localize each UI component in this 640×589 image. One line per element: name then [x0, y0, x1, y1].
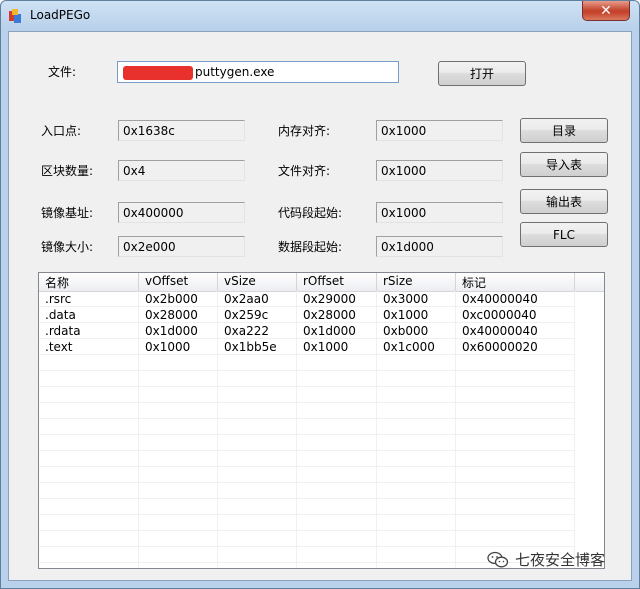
- flc-button[interactable]: FLC: [520, 222, 608, 247]
- table-row[interactable]: .data 0x28000 0x259c 0x28000 0x1000 0xc0…: [39, 307, 604, 323]
- cell-vsize: 0xa222: [218, 323, 297, 339]
- table-row[interactable]: .text 0x1000 0x1bb5e 0x1000 0x1c000 0x60…: [39, 339, 604, 355]
- image-base-field: 0x400000: [118, 202, 245, 223]
- mem-align-label: 内存对齐:: [278, 124, 331, 138]
- empty-row: [39, 419, 604, 435]
- table-row[interactable]: .rdata 0x1d000 0xa222 0x1d000 0xb000 0x4…: [39, 323, 604, 339]
- cell-name: .rsrc: [39, 291, 139, 307]
- cell-name: .rdata: [39, 323, 139, 339]
- entry-point-field: 0x1638c: [118, 120, 245, 141]
- cell-rsize: 0x1000: [377, 307, 456, 323]
- cell-voffset: 0x1d000: [139, 323, 218, 339]
- window-title: LoadPEGo: [30, 8, 91, 22]
- cell-voffset: 0x2b000: [139, 291, 218, 307]
- app-window: LoadPEGo ✕ 文件: puttygen.exe 打开 入口点: 0x16…: [0, 0, 640, 589]
- empty-row: [39, 483, 604, 499]
- cell-rsize: 0xb000: [377, 323, 456, 339]
- empty-row: [39, 403, 604, 419]
- title-bar[interactable]: LoadPEGo ✕: [1, 1, 639, 31]
- column-header-name[interactable]: 名称: [39, 273, 139, 291]
- data-start-field: 0x1d000: [376, 236, 503, 257]
- cell-vsize: 0x2aa0: [218, 291, 297, 307]
- empty-row: [39, 355, 604, 371]
- cell-roffset: 0x29000: [297, 291, 377, 307]
- empty-row: [39, 387, 604, 403]
- close-button[interactable]: ✕: [582, 1, 630, 21]
- image-size-label: 镜像大小:: [41, 240, 94, 254]
- sections-table[interactable]: 名称 vOffset vSize rOffset rSize 标记 .rsrc …: [38, 272, 605, 569]
- cell-roffset: 0x1000: [297, 339, 377, 355]
- watermark-text: 七夜安全博客: [515, 551, 606, 569]
- entry-point-label: 入口点:: [41, 124, 82, 138]
- cell-rsize: 0x1c000: [377, 339, 456, 355]
- empty-row: [39, 467, 604, 483]
- column-header-roffset[interactable]: rOffset: [297, 273, 377, 291]
- empty-row: [39, 371, 604, 387]
- table-body: .rsrc 0x2b000 0x2aa0 0x29000 0x3000 0x40…: [39, 291, 604, 568]
- cell-vsize: 0x1bb5e: [218, 339, 297, 355]
- empty-row: [39, 499, 604, 515]
- cell-name: .data: [39, 307, 139, 323]
- file-path-input[interactable]: puttygen.exe: [117, 61, 399, 83]
- cell-flags: 0x40000040: [456, 323, 575, 339]
- cell-flags: 0x60000020: [456, 339, 575, 355]
- cell-roffset: 0x1d000: [297, 323, 377, 339]
- empty-row: [39, 451, 604, 467]
- file-path-value: puttygen.exe: [195, 65, 275, 79]
- column-header-flags[interactable]: 标记: [456, 273, 575, 291]
- cell-flags: 0x40000040: [456, 291, 575, 307]
- data-start-label: 数据段起始:: [278, 240, 343, 254]
- cell-vsize: 0x259c: [218, 307, 297, 323]
- empty-row: [39, 531, 604, 547]
- empty-row: [39, 435, 604, 451]
- code-start-field: 0x1000: [376, 202, 503, 223]
- watermark: 七夜安全博客: [487, 549, 605, 570]
- column-header-voffset[interactable]: vOffset: [139, 273, 218, 291]
- image-size-field: 0x2e000: [118, 236, 245, 257]
- mem-align-field: 0x1000: [376, 120, 503, 141]
- cell-flags: 0xc0000040: [456, 307, 575, 323]
- image-base-label: 镜像基址:: [41, 206, 94, 220]
- client-area: 文件: puttygen.exe 打开 入口点: 0x1638c 区块数量: 0…: [8, 31, 632, 581]
- column-header-vsize[interactable]: vSize: [218, 273, 297, 291]
- cell-name: .text: [39, 339, 139, 355]
- redacted-path: [123, 66, 193, 80]
- file-align-field: 0x1000: [376, 160, 503, 181]
- section-count-field: 0x4: [118, 160, 245, 181]
- directory-button[interactable]: 目录: [520, 118, 608, 143]
- table-header: 名称 vOffset vSize rOffset rSize 标记: [39, 273, 604, 292]
- cell-rsize: 0x3000: [377, 291, 456, 307]
- column-header-rsize[interactable]: rSize: [377, 273, 456, 291]
- import-table-button[interactable]: 导入表: [520, 152, 608, 177]
- cell-voffset: 0x1000: [139, 339, 218, 355]
- file-align-label: 文件对齐:: [278, 164, 331, 178]
- code-start-label: 代码段起始:: [278, 206, 343, 220]
- cell-voffset: 0x28000: [139, 307, 218, 323]
- file-label: 文件:: [48, 65, 77, 79]
- app-icon: [9, 9, 21, 23]
- cell-roffset: 0x28000: [297, 307, 377, 323]
- section-count-label: 区块数量:: [41, 164, 94, 178]
- table-row[interactable]: .rsrc 0x2b000 0x2aa0 0x29000 0x3000 0x40…: [39, 291, 604, 307]
- export-table-button[interactable]: 输出表: [520, 189, 608, 214]
- empty-row: [39, 515, 604, 531]
- open-button[interactable]: 打开: [438, 61, 526, 86]
- wechat-icon: [487, 551, 509, 567]
